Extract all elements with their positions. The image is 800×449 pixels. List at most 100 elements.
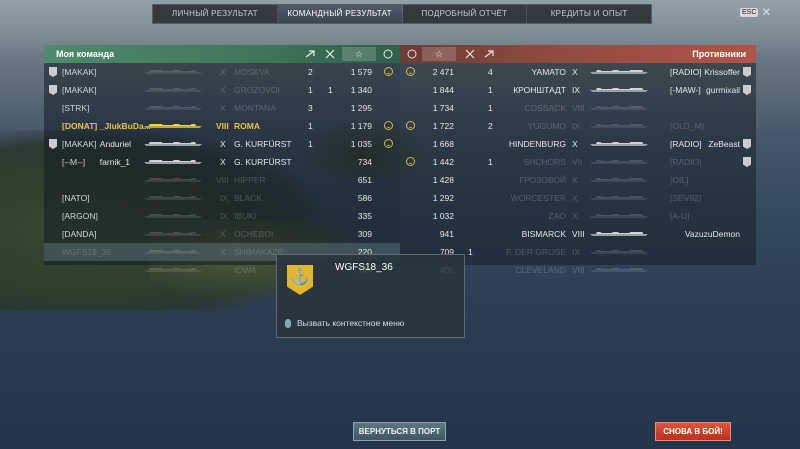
rank-badge-icon <box>743 85 751 95</box>
table-row[interactable]: [DANDA] X OCHEBOI 309 <box>44 225 400 243</box>
player-clan: [MAKAK] <box>62 67 97 77</box>
rank-badge-icon <box>743 139 751 149</box>
table-row[interactable]: 1 292 WORCESTER X [SEV92] <box>400 189 756 207</box>
table-row[interactable]: 1 722 2 YUGUMO IX [OLD_M] <box>400 117 756 135</box>
table-row[interactable]: 1 032 ZAO X [A-U] <box>400 207 756 225</box>
player-clan: [OIL] <box>670 175 689 185</box>
result-tabs: ЛИЧНЫЙ РЕЗУЛЬТАТ КОМАНДНЫЙ РЕЗУЛЬТАТ ПОД… <box>152 4 652 24</box>
rank-badge-icon <box>49 139 57 149</box>
tab-personal-result[interactable]: ЛИЧНЫЙ РЕЗУЛЬТАТ <box>153 5 278 23</box>
ships-destroyed: 2 <box>488 121 493 131</box>
ship-tier: X <box>572 175 578 185</box>
player-clan: [DANDA] <box>62 229 97 239</box>
base-xp: 586 <box>357 193 372 203</box>
ship-name: BLACK <box>234 193 262 203</box>
base-xp: 1 668 <box>432 139 454 149</box>
ship-name: MONTANA <box>234 103 276 113</box>
base-xp: 1 340 <box>350 85 372 95</box>
ship-silhouette-icon <box>590 141 648 146</box>
ship-tier: IX <box>572 85 581 95</box>
ship-silhouette-icon <box>144 87 202 92</box>
base-xp: 1 579 <box>350 67 372 77</box>
plane-kill-icon <box>482 47 496 61</box>
table-row[interactable]: 1 844 1 КРОНШТАДТ IX [-MAW-] gurmixail <box>400 81 756 99</box>
table-row[interactable]: [MAKAK] Anduriel X G. KURFÜRST 1 1 035 <box>44 135 400 153</box>
medal-icon <box>384 139 393 148</box>
player-clan: [STRK] <box>62 103 90 113</box>
return-to-port-button[interactable]: ВЕРНУТЬСЯ В ПОРТ <box>353 422 446 441</box>
player-name[interactable]: VazuzuDemon <box>685 225 740 243</box>
table-row[interactable]: 1 428 ГРОЗОВОЙ X [OIL] <box>400 171 756 189</box>
ship-name: F. DER GROSE <box>506 247 566 257</box>
ship-silhouette-icon <box>590 177 648 182</box>
player-name[interactable]: WGFS18_36 <box>62 243 111 261</box>
ship-silhouette-icon <box>590 231 648 236</box>
table-row[interactable]: 1 442 1 SHCHORS VII [RADIO] <box>400 153 756 171</box>
planes-destroyed: 1 <box>308 139 313 149</box>
player-clan: [MAKAK] <box>62 139 97 149</box>
medal-icon <box>406 121 415 130</box>
base-xp: 1 734 <box>432 103 454 113</box>
close-icon[interactable]: ✕ <box>761 6 771 18</box>
to-battle-button[interactable]: СНОВА В БОЙ! <box>655 422 731 441</box>
player-name[interactable]: ZeBeast <box>708 135 740 153</box>
table-row[interactable]: VIII HIPPER 651 <box>44 171 400 189</box>
ship-tier: IX <box>572 247 581 257</box>
ship-name: YUGUMO <box>527 121 566 131</box>
player-name[interactable]: farnik_1 <box>100 153 130 171</box>
table-row[interactable]: [--M--] farnik_1 X G. KURFÜRST 734 <box>44 153 400 171</box>
rank-badge-icon <box>743 157 751 167</box>
base-xp: 2 471 <box>432 67 454 77</box>
table-row[interactable]: [MAKAK] X MOSKVA 2 1 579 <box>44 63 400 81</box>
player-name[interactable]: Anduriel <box>100 135 131 153</box>
close-control[interactable]: ESC ✕ <box>740 6 771 18</box>
ship-tier: VIII <box>572 265 585 275</box>
planes-destroyed: 3 <box>308 103 313 113</box>
table-row[interactable]: 941 BISMARCK VIII VazuzuDemon <box>400 225 756 243</box>
table-row[interactable]: [ARGON] IX IBUKI 335 <box>44 207 400 225</box>
tab-detailed-report[interactable]: ПОДРОБНЫЙ ОТЧЁТ <box>403 5 528 23</box>
ships-destroyed: 1 <box>488 85 493 95</box>
enemy-team-title: Противники <box>692 49 746 59</box>
player-clan: [MAKAK] <box>62 85 97 95</box>
table-row[interactable]: 1 734 1 COSSACK VIII <box>400 99 756 117</box>
medal-icon <box>406 157 415 166</box>
ship-kill-icon <box>323 47 337 61</box>
base-xp: 941 <box>439 229 454 239</box>
ship-tier: IX <box>220 211 229 221</box>
ship-tier: X <box>220 67 226 77</box>
ship-tier: VIII <box>216 121 229 131</box>
ship-tier: X <box>220 103 226 113</box>
player-clan: [RADIO] <box>670 67 702 77</box>
ships-destroyed: 1 <box>488 157 493 167</box>
ship-tier: X <box>220 139 226 149</box>
player-name[interactable]: _JlukBuDa... <box>100 117 151 135</box>
table-row[interactable]: [MAKAK] X GROZOVOI 1 1 1 340 <box>44 81 400 99</box>
ship-silhouette-icon <box>144 69 202 74</box>
player-name[interactable]: gurmixail <box>706 81 740 99</box>
player-clan: [OLD_M] <box>670 121 705 131</box>
ship-name: WORCESTER <box>510 193 566 203</box>
player-clan: [ARGON] <box>62 211 98 221</box>
ship-silhouette-icon <box>144 231 202 236</box>
player-name[interactable]: Krissoffer <box>704 63 740 81</box>
tab-credits-xp[interactable]: КРЕДИТЫ И ОПЫТ <box>527 5 651 23</box>
ship-name: CLEVELAND <box>515 265 566 275</box>
tab-team-result[interactable]: КОМАНДНЫЙ РЕЗУЛЬТАТ <box>277 5 403 23</box>
ship-silhouette-icon <box>144 267 202 272</box>
player-clan: [SEV92] <box>670 193 702 203</box>
ship-name: G. KURFÜRST <box>234 157 292 167</box>
rank-badge-icon <box>49 67 57 77</box>
table-row[interactable]: [NATO] IX BLACK 586 <box>44 189 400 207</box>
planes-destroyed: 1 <box>308 121 313 131</box>
ship-tier: X <box>572 193 578 203</box>
player-clan: [DONAT] <box>62 121 98 131</box>
table-row[interactable]: [DONAT] _JlukBuDa... VIII ROMA 1 1 179 <box>44 117 400 135</box>
player-clan: [NATO] <box>62 193 90 203</box>
player-clan: [--M--] <box>62 157 86 167</box>
table-row[interactable]: 1 668 HINDENBURG X [RADIO] ZeBeast <box>400 135 756 153</box>
base-xp: 1 032 <box>432 211 454 221</box>
ship-name: G. KURFÜRST <box>234 139 292 149</box>
table-row[interactable]: [STRK] X MONTANA 3 1 295 <box>44 99 400 117</box>
table-row[interactable]: 2 471 4 YAMATO X [RADIO] Krissoffer <box>400 63 756 81</box>
